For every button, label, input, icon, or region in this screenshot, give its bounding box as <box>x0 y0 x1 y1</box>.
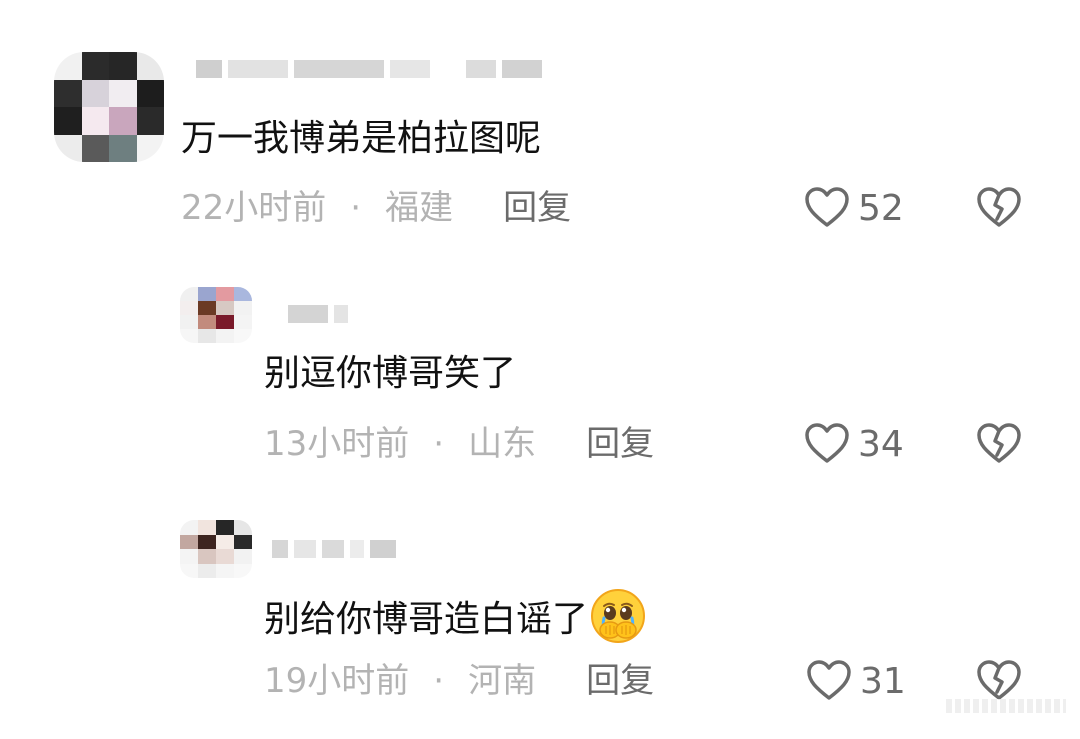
dislike-button[interactable] <box>976 422 1022 468</box>
comment-location: 河南 <box>468 661 537 701</box>
comment-location: 福建 <box>385 188 454 228</box>
reply-button[interactable]: 回复 <box>503 188 571 228</box>
comment-time: 19小时前 <box>264 661 410 701</box>
heart-outline-icon <box>804 422 850 468</box>
comment-item: 万一我博弟是柏拉图呢 22小时前 · 福建 回复 52 <box>0 0 1080 250</box>
avatar[interactable] <box>180 287 252 343</box>
like-button[interactable]: 31 <box>806 659 906 705</box>
dislike-button[interactable] <box>976 186 1022 232</box>
reply-item: 别给你博哥造白谣了 19小时前 · 河南 回复 31 <box>0 490 1080 739</box>
comment-meta: 19小时前 · 河南 回复 <box>264 661 654 701</box>
broken-heart-icon <box>976 423 1022 468</box>
broken-heart-icon <box>976 187 1022 232</box>
avatar[interactable] <box>180 520 252 578</box>
comment-meta: 13小时前 · 山东 回复 <box>264 424 654 464</box>
like-button[interactable]: 34 <box>804 422 904 468</box>
heart-outline-icon <box>804 186 850 232</box>
meta-separator: · <box>433 661 445 701</box>
like-button[interactable]: 52 <box>804 186 904 232</box>
username[interactable] <box>272 540 396 558</box>
crying-hands-over-mouth-emoji <box>590 588 646 654</box>
comment-text-content: 别给你博哥造白谣了 <box>264 599 589 640</box>
comment-meta: 22小时前 · 福建 回复 <box>181 188 571 228</box>
meta-separator: · <box>350 188 362 228</box>
reply-item: 别逗你博哥笑了 13小时前 · 山东 回复 34 <box>0 250 1080 490</box>
like-count: 52 <box>858 188 904 229</box>
meta-separator: · <box>433 424 445 464</box>
like-count: 31 <box>860 661 906 702</box>
reply-button[interactable]: 回复 <box>586 424 654 464</box>
like-count: 34 <box>858 424 904 465</box>
username[interactable] <box>288 305 348 323</box>
comment-text: 万一我博弟是柏拉图呢 <box>181 118 542 159</box>
watermark <box>946 699 1066 713</box>
comment-text: 别逗你博哥笑了 <box>264 353 517 394</box>
heart-outline-icon <box>806 659 852 705</box>
username[interactable] <box>196 60 542 78</box>
comment-time: 22小时前 <box>181 188 327 228</box>
comment-text: 别给你博哥造白谣了 <box>264 588 646 654</box>
reply-button[interactable]: 回复 <box>586 661 654 701</box>
comment-location: 山东 <box>468 424 537 464</box>
comment-time: 13小时前 <box>264 424 410 464</box>
avatar[interactable] <box>54 52 164 162</box>
